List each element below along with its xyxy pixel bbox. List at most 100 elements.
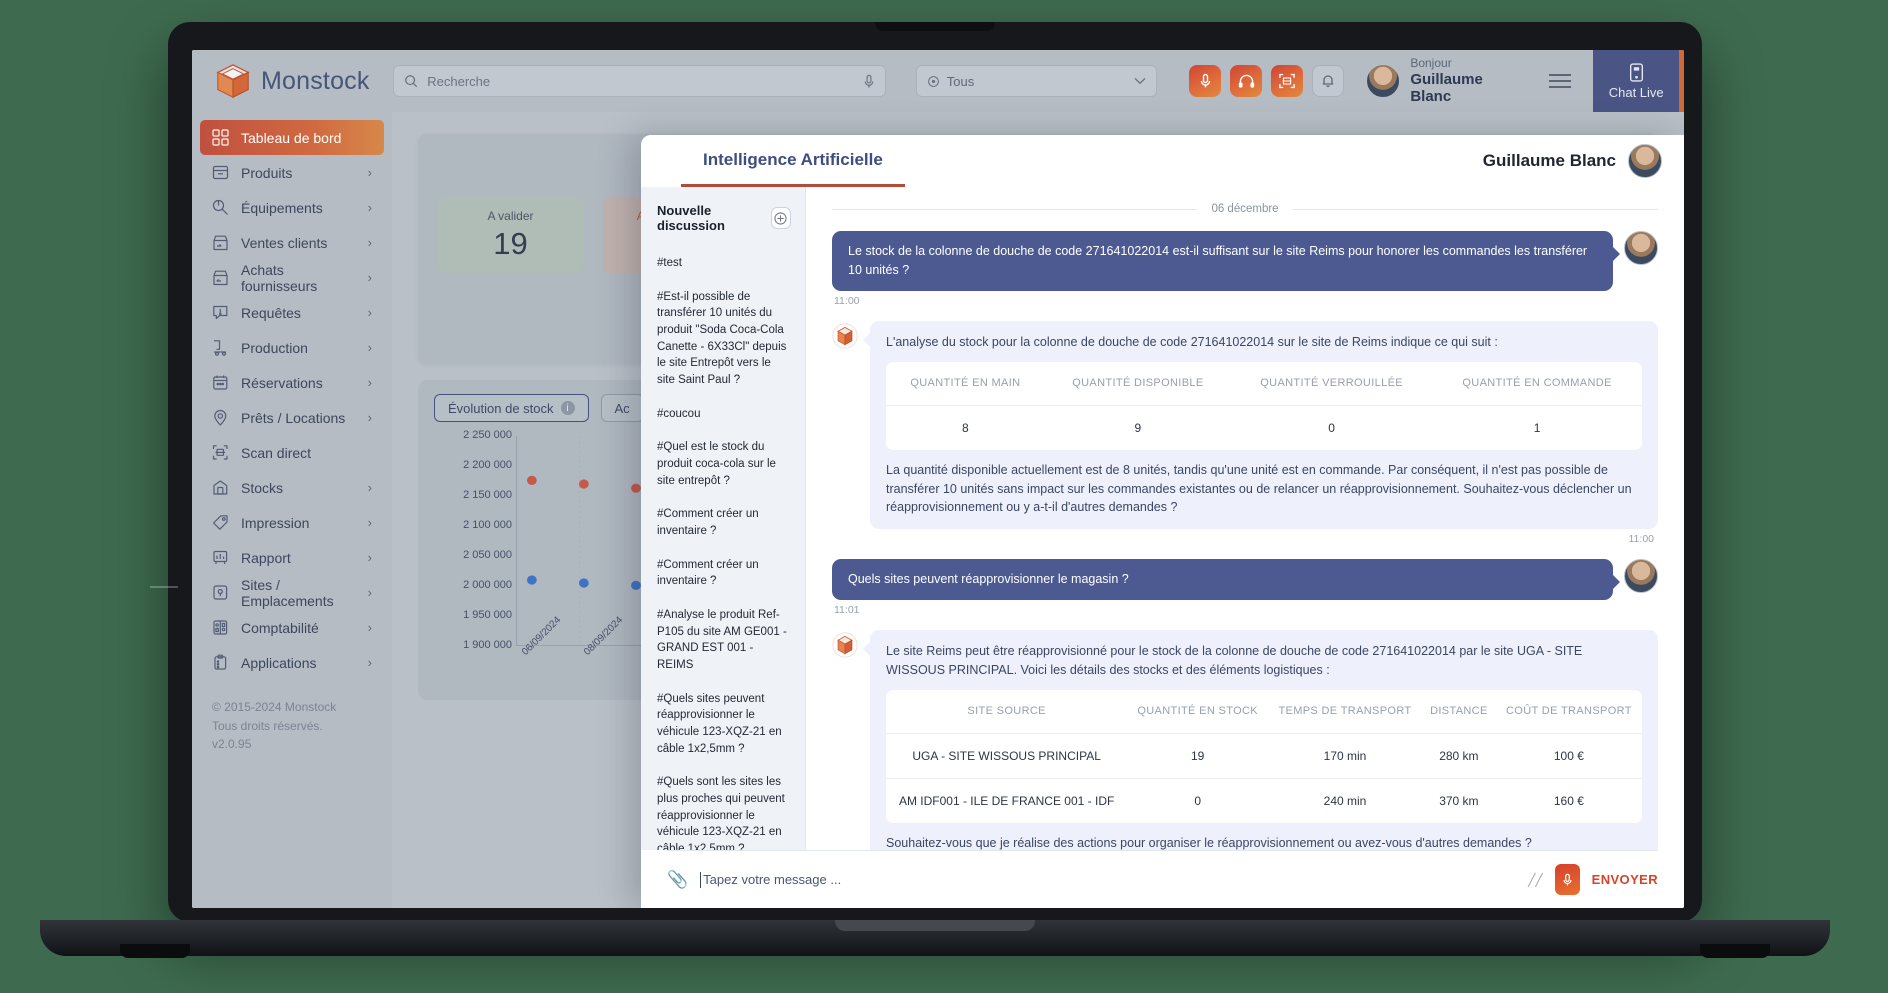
brand-name: Monstock <box>261 66 370 95</box>
laptop-stand-line <box>150 586 178 588</box>
search-input[interactable]: Recherche <box>393 65 886 97</box>
chevron-right-icon: › <box>367 340 372 355</box>
table-cell: 0 <box>1194 793 1201 808</box>
chevron-right-icon: › <box>367 515 372 530</box>
app-screen: Monstock Recherche Tous Bonjour Guillaum… <box>192 50 1684 908</box>
brand[interactable]: Monstock <box>192 62 389 100</box>
chat-message-user-2: Quels sites peuvent réapprovisionner le … <box>832 559 1658 600</box>
site-filter-value: Tous <box>946 73 975 89</box>
discussion-sidebar: Nouvelle discussion #test #Est-il possibl… <box>641 187 806 850</box>
chart-y-tick: 2 250 000 <box>463 429 512 441</box>
voice-record-button[interactable] <box>1554 864 1580 895</box>
sidebar-item-stocks[interactable]: Stocks › <box>200 470 384 505</box>
new-discussion-button[interactable] <box>770 207 791 229</box>
topbar-action-icons <box>1189 65 1345 97</box>
send-button[interactable]: ENVOYER <box>1592 872 1658 887</box>
tab-intelligence-artificielle[interactable]: Intelligence Artificielle <box>681 135 905 187</box>
user-text: Bonjour Guillaume Blanc <box>1410 55 1525 105</box>
hamburger-menu-icon[interactable] <box>1549 74 1572 88</box>
chat-live-button[interactable]: Chat Live <box>1593 50 1684 112</box>
sidebar-item-rapport[interactable]: Rapport › <box>200 540 384 575</box>
message-input[interactable]: Tapez votre message ... <box>700 871 1516 888</box>
attachment-icon[interactable]: 📎 <box>667 870 688 890</box>
ai-message-column: L'analyse du stock pour la colonne de do… <box>863 320 1658 560</box>
table-cell: UGA - SITE WISSOUS PRINCIPAL <box>886 733 1128 779</box>
sidebar-item-achats-fournisseurs[interactable]: Achats fournisseurs › <box>200 260 384 295</box>
ai-outro-text: Souhaitez-vous que je réalise des action… <box>886 835 1532 850</box>
site-filter-select[interactable]: Tous <box>915 65 1158 97</box>
sidebar-item-ventes-clients[interactable]: Ventes clients › <box>200 225 384 260</box>
tab-stock-evolution-label: Évolution de stock <box>448 400 554 416</box>
modal-user[interactable]: Guillaume Blanc <box>1483 144 1662 178</box>
date-separator: 06 décembre <box>832 203 1658 215</box>
discussion-item[interactable]: #Quels sites peuvent réapprovisionner le… <box>657 691 791 758</box>
voice-command-button[interactable] <box>1189 65 1222 97</box>
sidebar-item-pr-ts-locations[interactable]: Prêts / Locations › <box>200 400 384 435</box>
table-header-cell: QUANTITÉ DISPONIBLE <box>1044 362 1232 406</box>
sidebar-item-label: Comptabilité <box>241 619 319 636</box>
sidebar-item-quipements[interactable]: Équipements › <box>200 190 384 225</box>
location-pin-icon <box>927 75 939 87</box>
modal-body: Nouvelle discussion #test #Est-il possibl… <box>641 187 1684 850</box>
screenshot-root: Monstock Recherche Tous Bonjour Guillaum… <box>0 0 1888 993</box>
table-header-cell: COÛT DE TRANSPORT <box>1495 690 1642 734</box>
chevron-right-icon: › <box>367 235 372 250</box>
chart-y-axis: 2 250 000 2 200 000 2 150 000 2 100 000 2 05… <box>434 429 512 651</box>
sidebar-item-r-servations[interactable]: Réservations › <box>200 365 384 400</box>
tag-icon <box>213 515 228 530</box>
scan-barcode-button[interactable] <box>1271 65 1304 97</box>
sidebar-item-scan-direct[interactable]: Scan direct <box>200 435 384 470</box>
sidebar-item-impression[interactable]: Impression › <box>200 505 384 540</box>
sidebar-item-production[interactable]: Production › <box>200 330 384 365</box>
chart-y-tick: 2 150 000 <box>463 489 512 501</box>
user-menu[interactable]: Bonjour Guillaume Blanc <box>1366 55 1525 105</box>
discussion-item[interactable]: #test <box>657 255 791 272</box>
avatar <box>1624 559 1658 593</box>
chat-thread: 06 décembre Le stock de la colonne de do… <box>806 187 1684 850</box>
table-cell: 100 € <box>1495 733 1642 779</box>
sidebar-footer: © 2015-2024 Monstock Tous droits réservé… <box>212 698 392 754</box>
chevron-right-icon: › <box>367 655 372 670</box>
tab-secondary[interactable]: Ac <box>600 394 644 422</box>
sidebar-item-produits[interactable]: Produits › <box>200 155 384 190</box>
laptop-foot-right <box>1700 944 1770 958</box>
discussion-item[interactable]: #Comment créer un inventaire ? <box>657 557 791 590</box>
sidebar-item-comptabilit[interactable]: Comptabilité › <box>200 610 384 645</box>
chart-y-tick: 1 900 000 <box>463 639 512 651</box>
info-icon[interactable]: i <box>560 401 575 415</box>
box-icon <box>212 165 229 180</box>
discussion-item[interactable]: #Quels sont les sites les plus proches q… <box>657 774 791 850</box>
chevron-right-icon: › <box>367 305 372 320</box>
discussion-item[interactable]: #Comment créer un inventaire ? <box>657 506 791 539</box>
greeting-label: Bonjour <box>1410 55 1452 70</box>
sidebar-item-applications[interactable]: Applications › <box>200 645 384 680</box>
tab-stock-evolution[interactable]: Évolution de stock i <box>434 394 589 422</box>
resize-grip-icon[interactable]: ╱╱ <box>1528 873 1542 887</box>
ledger-icon <box>213 620 228 635</box>
sidebar-item-label: Stocks <box>241 479 284 496</box>
notifications-button[interactable] <box>1312 65 1345 97</box>
sidebar-item-label: Achats fournisseurs <box>241 261 318 294</box>
table-cell: 0 <box>1328 420 1335 435</box>
discussion-item[interactable]: #Analyse le produit Ref-P105 du site AM … <box>657 607 791 674</box>
laptop-base <box>40 920 1830 956</box>
discussion-item[interactable]: #coucou <box>657 406 791 423</box>
sidebar-item-tableau-de-bord[interactable]: Tableau de bord <box>200 120 384 155</box>
sidebar-item-requ-tes[interactable]: Requêtes › <box>200 295 384 330</box>
discussion-item[interactable]: #Quel est le stock du produit coca-cola … <box>657 439 791 489</box>
chevron-right-icon: › <box>367 165 372 180</box>
store-out-icon <box>213 235 228 251</box>
discussion-list: #test #Est-il possible de transférer 10 u… <box>657 255 791 850</box>
date-separator-label: 06 décembre <box>1211 203 1279 215</box>
kpi-to-validate[interactable]: A valider 19 <box>438 197 583 273</box>
sidebar-list: Tableau de bord Produits › Équipements › Vent… <box>192 120 392 680</box>
support-headset-button[interactable] <box>1230 65 1263 97</box>
sidebar-item-sites-emplacements[interactable]: Sites / Emplacements › <box>200 575 384 610</box>
modal-header: Intelligence Artificielle Guillaume Blan… <box>641 135 1684 187</box>
chevron-right-icon: › <box>367 410 372 425</box>
store-in-icon <box>213 270 228 286</box>
message-timestamp: 11:01 <box>834 603 860 616</box>
sidebar-item-label: Sites / Emplacements <box>241 576 334 609</box>
search-icon <box>405 75 418 88</box>
discussion-item[interactable]: #Est-il possible de transférer 10 unités… <box>657 289 791 389</box>
